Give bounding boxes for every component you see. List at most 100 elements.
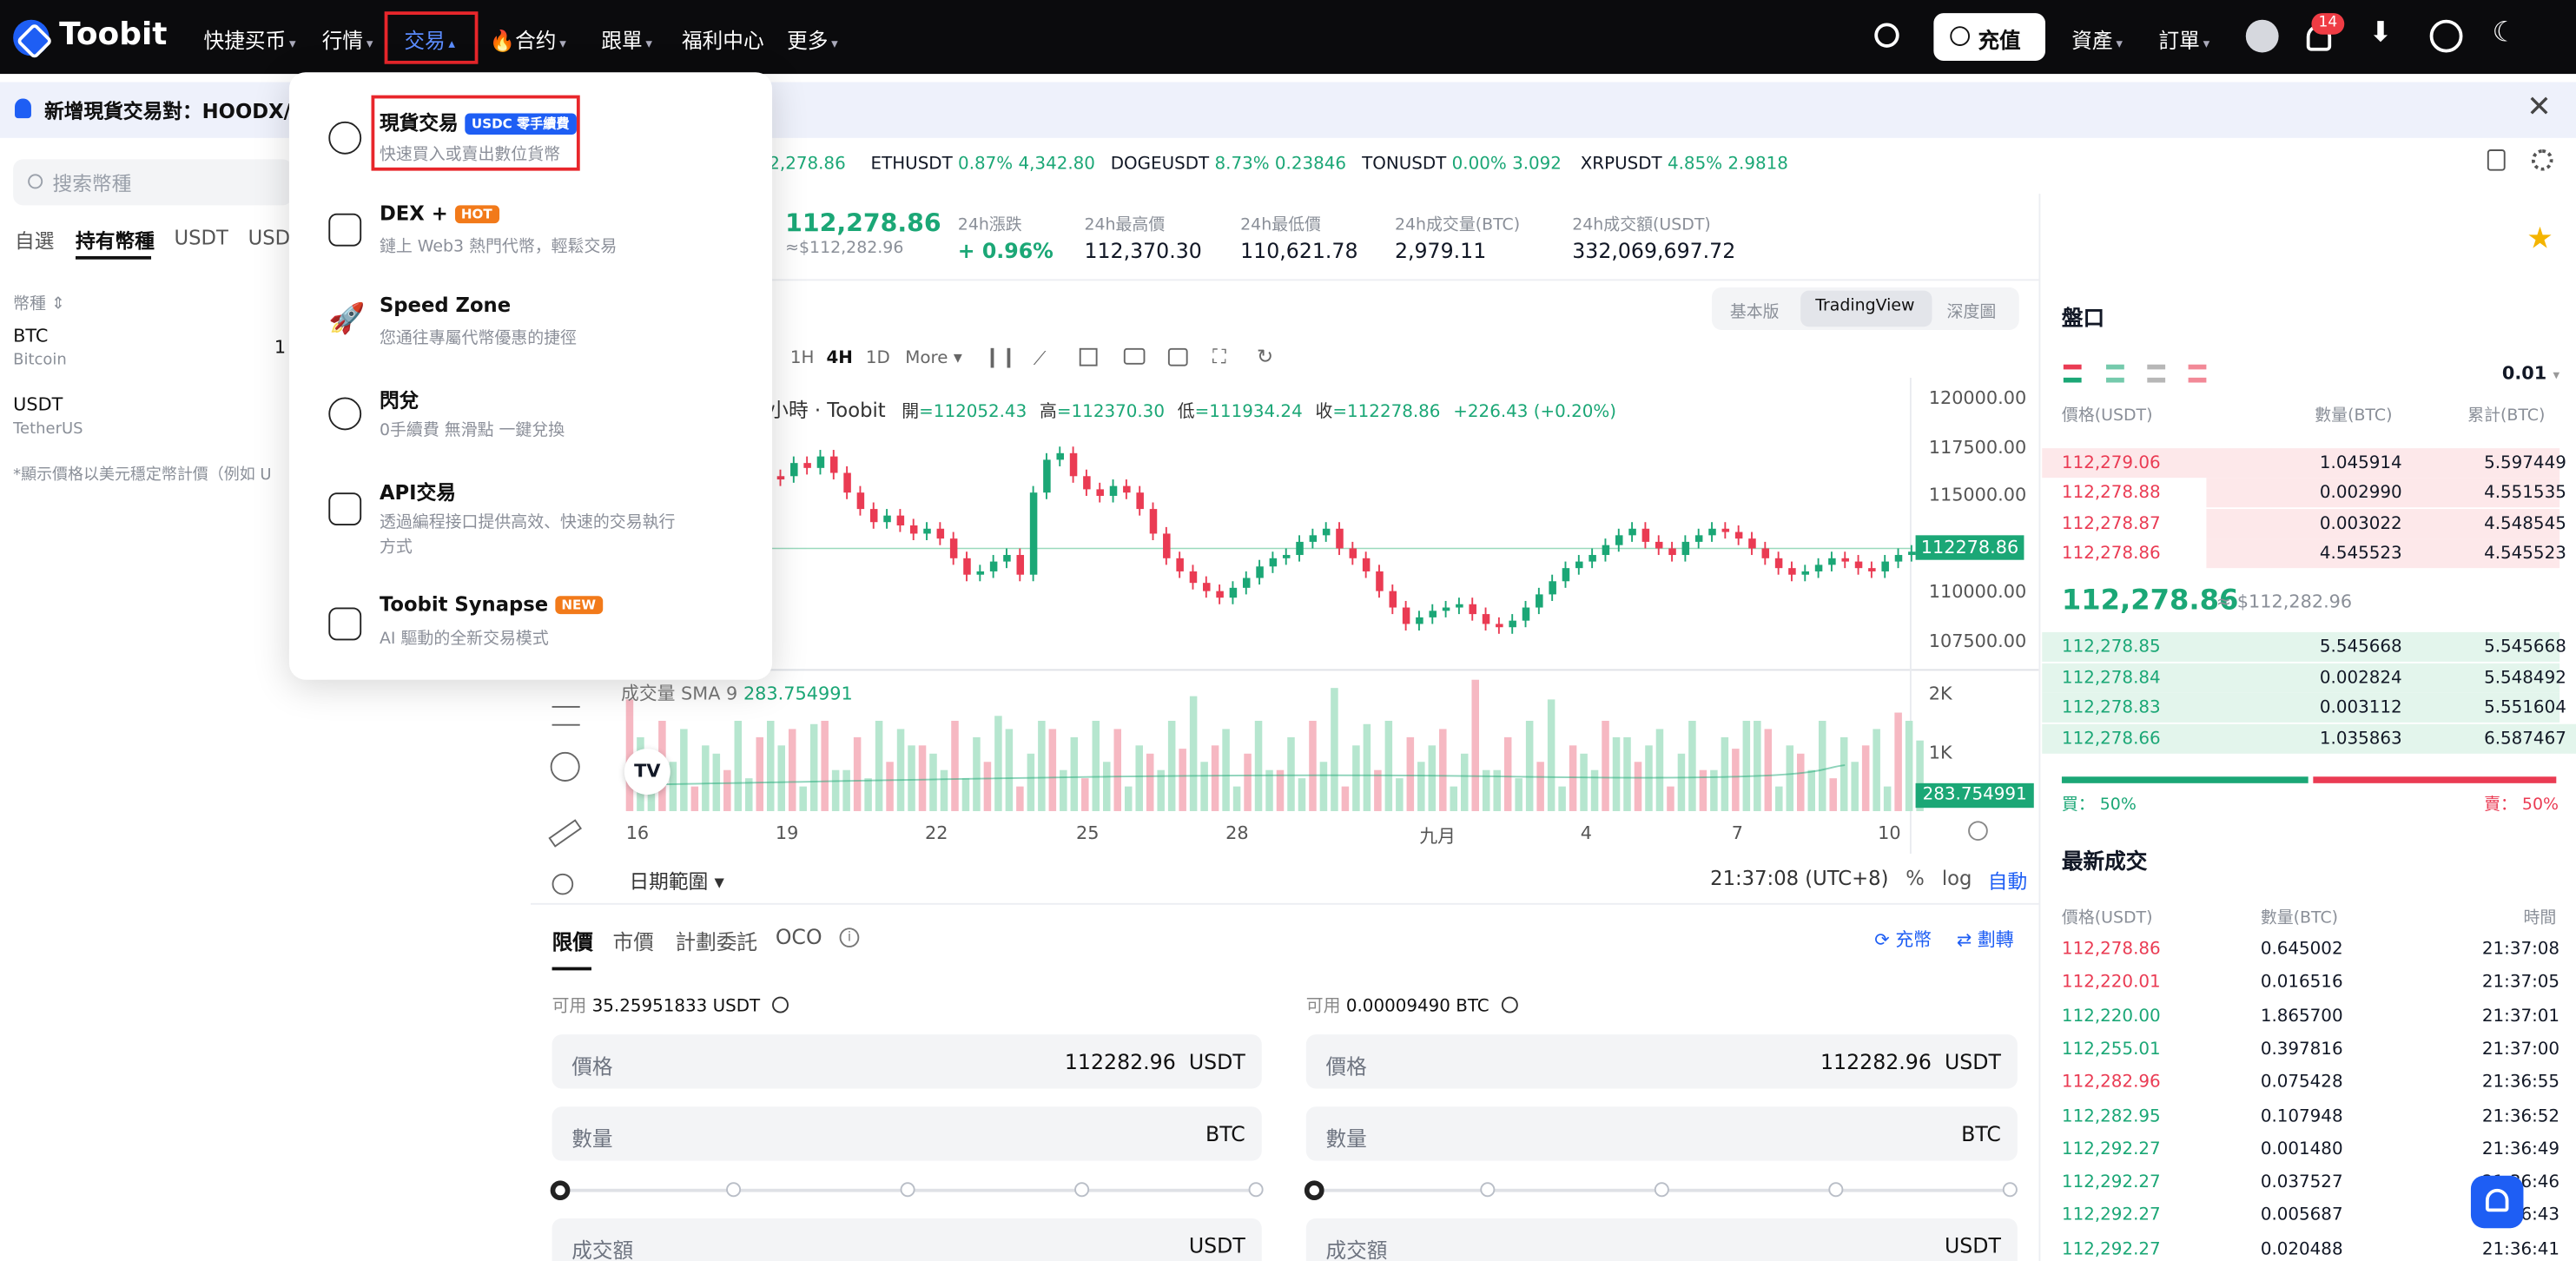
search-icon[interactable]: [1874, 23, 1899, 48]
buy-price-field[interactable]: 價格 112282.96 USDT: [552, 1034, 1262, 1089]
nav-more[interactable]: 更多 ▾: [787, 23, 838, 54]
document-icon[interactable]: [2487, 149, 2506, 171]
ticker-item[interactable]: DOGEUSDT 8.73% 0.23846: [1111, 155, 1346, 175]
sell-price-field[interactable]: 價格 112282.96 USDT: [1305, 1034, 2018, 1089]
coin-symbol-btc[interactable]: BTC: [13, 325, 48, 347]
nav-markets[interactable]: 行情 ▾: [322, 23, 373, 54]
tab-usdt[interactable]: USDT: [175, 227, 228, 249]
slider-stop[interactable]: [1074, 1182, 1090, 1198]
orderbook-bids-icon[interactable]: [2106, 364, 2124, 383]
sell-quantity-field[interactable]: 數量 BTC: [1305, 1106, 2018, 1161]
interval-1d[interactable]: 1D: [866, 348, 890, 368]
tab-tradingview[interactable]: TradingView: [1815, 297, 1914, 315]
sell-price-input[interactable]: 112282.96: [1820, 1049, 1932, 1073]
slider-stop[interactable]: [900, 1182, 915, 1198]
close-icon[interactable]: ✕: [2526, 90, 2552, 125]
interval-4h[interactable]: 4H: [826, 348, 852, 368]
log-scale-toggle[interactable]: log: [1942, 867, 1972, 889]
buy-quantity-field[interactable]: 數量 BTC: [552, 1106, 1262, 1161]
precision-selector[interactable]: 0.01 ▾: [2502, 363, 2559, 385]
support-chat-button[interactable]: [2470, 1175, 2524, 1229]
ask-row[interactable]: 112,278.86 4.545523 4.545523: [2042, 538, 2576, 569]
globe-icon[interactable]: [2429, 19, 2463, 53]
menu-item-flash-swap[interactable]: 閃兌 0手續費 無滑點 一鍵兌換: [289, 378, 772, 453]
menu-item-dex[interactable]: DEX + HOT 鏈上 Web3 熱門代幣，輕鬆交易: [289, 194, 772, 269]
order-tab-oco[interactable]: OCO: [776, 924, 822, 948]
buy-slider-handle[interactable]: [550, 1180, 571, 1201]
ask-row[interactable]: 112,279.06 1.045914 5.597449: [2042, 448, 2576, 479]
interval-more[interactable]: More ▾: [905, 348, 962, 368]
ticker-item[interactable]: XRPUSDT 4.85% 2.9818: [1581, 155, 1788, 175]
menu-item-api[interactable]: API交易 透過編程接口提供高效、快速的交易執行 方式: [289, 470, 772, 562]
download-icon[interactable]: ⬇: [2369, 17, 2402, 50]
slider-stop[interactable]: [1654, 1182, 1669, 1198]
bid-row[interactable]: 112,278.84 0.002824 5.548492: [2042, 663, 2576, 693]
buy-total-field[interactable]: 成交額 USDT: [552, 1218, 1262, 1261]
nav-assets[interactable]: 資產 ▾: [2071, 23, 2123, 54]
tab-usd[interactable]: USD: [248, 227, 291, 249]
orderbook-both-icon[interactable]: [2063, 364, 2082, 383]
tab-holdings[interactable]: 持有幣種: [76, 227, 155, 254]
bid-row[interactable]: 112,278.83 0.003112 5.551604: [2042, 692, 2576, 723]
nav-copy-trade[interactable]: 跟單 ▾: [601, 23, 652, 54]
sell-total-field[interactable]: 成交額 USDT: [1305, 1218, 2018, 1261]
coin-column-header[interactable]: 幣種 ⇕: [13, 289, 65, 314]
brand-name[interactable]: Toobit: [59, 17, 167, 53]
nav-rewards[interactable]: 福利中心: [682, 23, 764, 54]
bid-row[interactable]: 112,278.66 1.035863 6.587467: [2042, 723, 2576, 754]
slider-stop[interactable]: [2002, 1182, 2018, 1198]
orderbook-asks-icon[interactable]: [2188, 364, 2207, 383]
nav-quick-buy[interactable]: 快捷买币 ▾: [204, 23, 296, 54]
ticker-item[interactable]: TONUSDT 0.00% 3.092: [1362, 155, 1562, 175]
menu-item-spot[interactable]: 現貨交易 USDC 零手續費 快速買入或賣出數位貨幣: [289, 95, 772, 177]
check-icon[interactable]: [1501, 996, 1518, 1013]
percent-scale-toggle[interactable]: %: [1906, 867, 1925, 889]
slider-stop[interactable]: [726, 1182, 742, 1198]
info-icon[interactable]: i: [839, 928, 860, 947]
order-tab-limit[interactable]: 限價: [552, 924, 593, 955]
emoji-tool-icon[interactable]: [550, 751, 580, 782]
announcement-text[interactable]: 新增現貨交易對：HOODX/U: [44, 97, 307, 125]
slider-stop[interactable]: [1828, 1182, 1844, 1198]
slider-stop[interactable]: [1480, 1182, 1496, 1198]
auto-scale-toggle[interactable]: 自動: [1988, 867, 2027, 895]
menu-item-synapse[interactable]: Toobit Synapse NEW AI 驅動的全新交易模式: [289, 588, 772, 664]
refresh-icon[interactable]: ↻: [1257, 345, 1273, 367]
coin-symbol-usdt[interactable]: USDT: [13, 394, 63, 416]
order-tab-plan[interactable]: 計劃委託: [675, 924, 757, 955]
tab-favorites[interactable]: 自選: [15, 227, 54, 254]
camera-icon[interactable]: [1123, 347, 1146, 365]
toobit-logo-icon[interactable]: [13, 19, 50, 56]
tradingview-logo-icon[interactable]: TV: [624, 749, 670, 796]
interval-1h[interactable]: 1H: [790, 348, 815, 368]
fib-tool-icon[interactable]: [552, 705, 580, 726]
dark-mode-moon-icon[interactable]: ☾: [2493, 17, 2526, 50]
tab-depth[interactable]: 深度圖: [1947, 297, 1997, 322]
axis-settings-icon[interactable]: [1968, 821, 1988, 841]
nav-orders[interactable]: 訂單 ▾: [2159, 23, 2210, 54]
ticker-item[interactable]: ETHUSDT 0.87% 4,342.80: [871, 155, 1095, 175]
sell-slider-handle[interactable]: [1304, 1180, 1324, 1201]
zoom-tool-icon[interactable]: [552, 873, 574, 895]
check-icon[interactable]: [772, 996, 789, 1013]
deposit-link[interactable]: ⟳ 充幣: [1874, 926, 1932, 952]
settings-icon[interactable]: [1167, 347, 1188, 366]
search-input[interactable]: 搜索幣種: [53, 169, 132, 197]
indicator-icon[interactable]: ⟋: [1034, 348, 1047, 371]
tab-basic[interactable]: 基本版: [1730, 297, 1780, 322]
layout-grid-icon[interactable]: [1079, 347, 1098, 366]
avatar-icon[interactable]: [2245, 19, 2279, 53]
coin-search-box[interactable]: 搜索幣種: [13, 159, 293, 206]
ask-row[interactable]: 112,278.87 0.003022 4.548545: [2042, 509, 2576, 539]
menu-item-speed-zone[interactable]: 🚀 Speed Zone 您通往專屬代幣優惠的捷徑: [289, 286, 772, 361]
order-tab-market[interactable]: 市價: [613, 924, 654, 955]
candle-type-icon[interactable]: [990, 347, 1011, 368]
buy-price-input[interactable]: 112282.96: [1065, 1049, 1176, 1073]
slider-stop[interactable]: [1248, 1182, 1264, 1198]
date-range-selector[interactable]: 日期範圍 ▾: [629, 867, 723, 895]
settings-gear-icon[interactable]: [2531, 149, 2553, 171]
nav-futures[interactable]: 🔥合约 ▾: [490, 23, 566, 54]
bid-row[interactable]: 112,278.85 5.545668 5.545668: [2042, 631, 2576, 662]
deposit-button[interactable]: 充值: [1933, 13, 2046, 61]
ticker-item[interactable]: 2,278.86: [769, 155, 845, 175]
